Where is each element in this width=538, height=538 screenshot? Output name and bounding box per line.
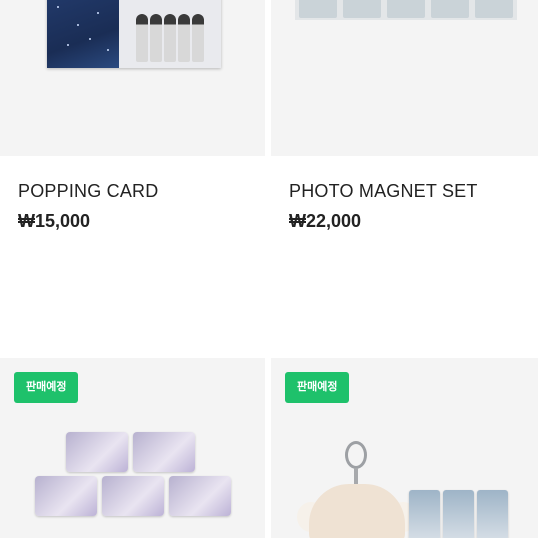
product-price: ₩22,000: [289, 211, 362, 231]
product-title[interactable]: POPPING CARD: [18, 181, 158, 202]
product-thumbnail[interactable]: [0, 0, 265, 156]
status-badge: 판매예정: [285, 372, 350, 403]
popping-card-image: [47, 0, 221, 68]
product-thumbnail[interactable]: 판매예정: [271, 358, 538, 538]
photo-magnet-image: [295, 0, 517, 20]
product-thumbnail[interactable]: 판매예정: [0, 358, 265, 538]
product-title[interactable]: PHOTO MAGNET SET: [289, 181, 478, 202]
product-price: ₩15,000: [18, 211, 91, 231]
product-thumbnail[interactable]: [271, 0, 538, 156]
status-badge: 판매예정: [14, 372, 79, 403]
